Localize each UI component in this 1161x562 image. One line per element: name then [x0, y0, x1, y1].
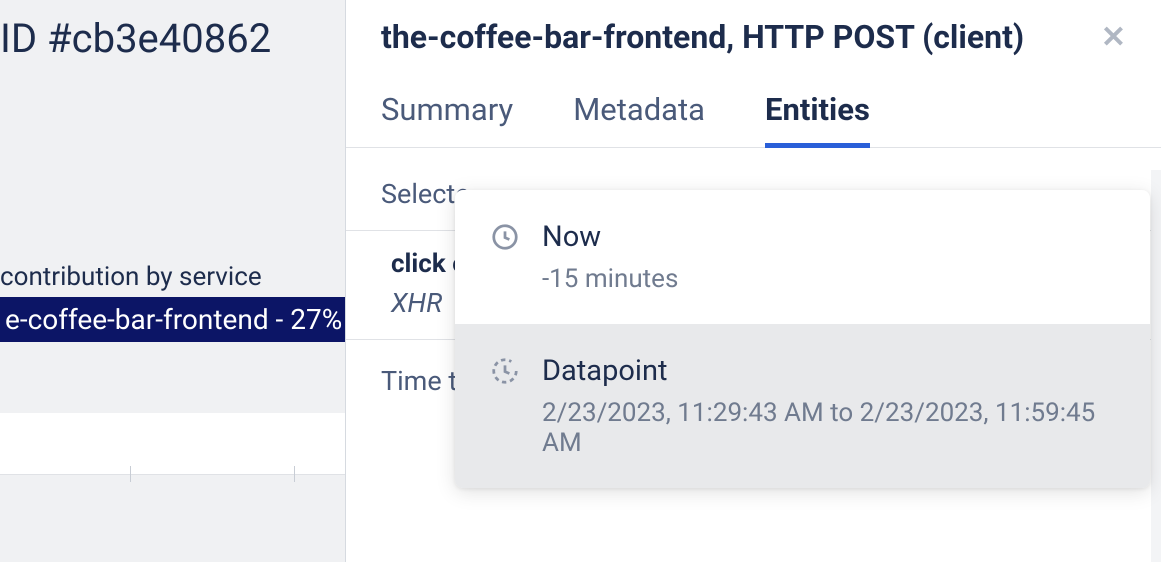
chart-tick [294, 466, 295, 482]
time-option-text: Datapoint 2/23/2023, 11:29:43 AM to 2/23… [542, 354, 1115, 458]
clock-icon [490, 222, 520, 256]
time-option-title: Datapoint [542, 354, 1115, 388]
time-option-datapoint[interactable]: Datapoint 2/23/2023, 11:29:43 AM to 2/23… [455, 324, 1150, 488]
contribution-label: contribution by service [0, 262, 345, 297]
close-icon[interactable]: ✕ [1101, 20, 1126, 55]
clock-datapoint-icon [490, 356, 520, 390]
trace-id-label: ID #cb3e40862 [0, 0, 345, 62]
service-contribution-bar[interactable]: e-coffee-bar-frontend - 27% [0, 297, 345, 342]
time-option-now[interactable]: Now -15 minutes [455, 190, 1150, 324]
tab-bar: Summary Metadata Entities [346, 56, 1161, 148]
chart-area [0, 413, 345, 475]
left-panel: ID #cb3e40862 contribution by service e-… [0, 0, 345, 562]
scrollbar-track[interactable] [1151, 170, 1161, 562]
time-option-text: Now -15 minutes [542, 220, 1115, 294]
panel-title: the-coffee-bar-frontend, HTTP POST (clie… [381, 18, 1024, 56]
tab-metadata[interactable]: Metadata [573, 91, 705, 148]
time-option-subtitle: -15 minutes [542, 264, 1115, 294]
time-option-title: Now [542, 220, 1115, 254]
chart-tick [130, 466, 131, 482]
panel-header: the-coffee-bar-frontend, HTTP POST (clie… [346, 0, 1161, 56]
time-option-subtitle: 2/23/2023, 11:29:43 AM to 2/23/2023, 11:… [542, 398, 1115, 458]
tab-summary[interactable]: Summary [381, 91, 513, 148]
time-picker-popup: Now -15 minutes Datapoint 2/23/2023, 11:… [455, 190, 1150, 488]
tab-entities[interactable]: Entities [765, 91, 870, 148]
